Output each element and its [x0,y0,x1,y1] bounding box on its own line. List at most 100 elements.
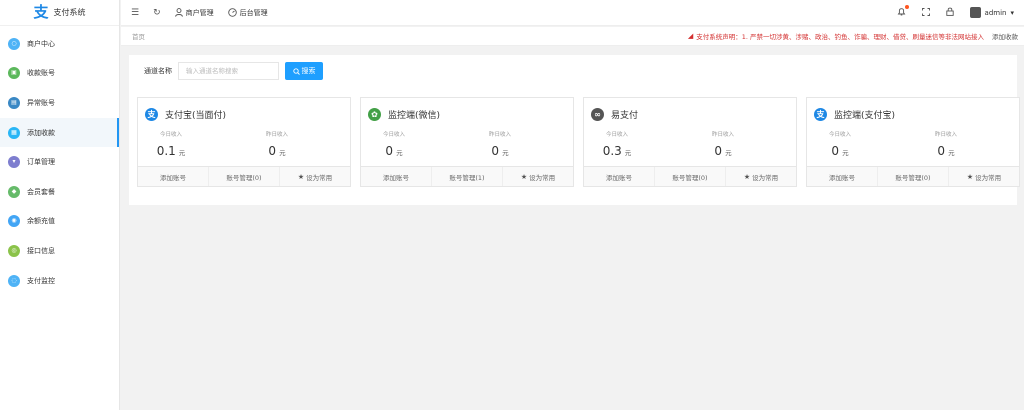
channel-card: 支 监控端(支付宝) 今日收入 0元 昨日收入 0元 添加账号 账号管理(0) … [806,97,1020,187]
sidebar-item-membership[interactable]: ◆ 会员套餐 [0,177,119,207]
logo[interactable]: 支 支付系统 [0,0,119,26]
merchant-management-link[interactable]: 商户管理 [174,8,214,18]
wallet-icon: ◉ [8,215,20,228]
backend-management-label: 后台管理 [239,8,268,17]
notification-dot [904,5,909,9]
breadcrumb-home[interactable]: 首页 [132,31,145,41]
sidebar-item-api-info[interactable]: ◎ 接口信息 [0,236,119,266]
card-header: ✿ 监控端(微信) [361,98,573,130]
today-income-value: 0.1 元 [157,144,186,158]
currency-unit: 元 [279,149,286,157]
card-header: 支 支付宝(当面付) [138,98,350,130]
currency-unit: 元 [948,149,955,157]
sidebar-item-label: 异常账号 [27,98,55,107]
announcement-icon: ◢ [687,32,694,40]
account-management-button[interactable]: 账号管理(0) [655,167,726,186]
currency-unit: 元 [842,149,849,157]
star-icon: ★ [743,172,751,181]
star-icon: ★ [520,172,528,181]
sidebar: 支 支付系统 ○ 商户中心 ▣ 收款账号 ▤ 异常账号 ▦ 添加收款 ▾ 订单管… [0,0,120,410]
menu-toggle-button[interactable]: ☰ [131,8,139,18]
dashboard-icon [227,8,237,17]
sidebar-item-payment-accounts[interactable]: ▣ 收款账号 [0,59,119,89]
yesterday-income-label: 昨日收入 [934,132,957,138]
today-income-label: 今日收入 [605,132,628,138]
sidebar-item-recharge[interactable]: ◉ 余额充值 [0,207,119,237]
today-income: 今日收入 0.1 元 [138,130,244,166]
add-account-button[interactable]: 添加账号 [584,167,655,186]
current-tab[interactable]: 添加收款 [992,31,1018,41]
currency-unit: 元 [396,149,403,157]
sidebar-item-label: 接口信息 [27,246,55,255]
card-title: 监控端(支付宝) [834,110,896,121]
notification-button[interactable] [897,5,909,18]
sidebar-item-merchant-center[interactable]: ○ 商户中心 [0,29,119,59]
set-favorite-label: 设为常用 [975,173,1002,182]
user-menu[interactable]: admin ▾ [969,7,1014,18]
yesterday-income-amount: 0 [268,144,277,158]
card-footer: 添加账号 账号管理(0) ★ 设为常用 [584,166,796,186]
user-name: admin [984,8,1007,17]
set-favorite-button[interactable]: ★ 设为常用 [726,167,796,186]
set-favorite-label: 设为常用 [306,173,333,182]
wechat-icon: ✿ [368,107,381,121]
channel-card: ✿ 监控端(微信) 今日收入 0元 昨日收入 0元 添加账号 账号管理(1) ★… [360,97,574,187]
card-header: ∞ 易支付 [584,98,796,130]
refresh-icon: ↻ [153,7,161,18]
search-label: 通道名称 [144,67,172,75]
card-stats: 今日收入 0.3 元 昨日收入 0元 [584,130,796,166]
yesterday-income-amount: 0 [714,144,723,158]
user-icon: ○ [8,37,20,50]
main-panel: 通道名称 搜索 支 支付宝(当面付) 今日收入 0.1元 昨日收入 0元 [129,55,1020,205]
today-income-label: 今日收入 [382,132,405,138]
search-button[interactable]: 搜索 [285,62,323,80]
backend-management-link[interactable]: 后台管理 [227,8,268,18]
chevron-down-icon: ▾ [1010,8,1014,17]
topbar-right: admin ▾ [897,5,1024,18]
set-favorite-button[interactable]: ★ 设为常用 [503,167,573,186]
card-footer: 添加账号 账号管理(0) ★ 设为常用 [138,166,350,186]
yesterday-income-value: 0元 [714,144,731,158]
alipay-icon: 支 [145,107,158,121]
yesterday-income-label: 昨日收入 [711,132,734,138]
fullscreen-button[interactable] [921,7,930,18]
yesterday-income-label: 昨日收入 [265,132,288,138]
channel-card: ∞ 易支付 今日收入 0.3 元 昨日收入 0元 添加账号 账号管理(0) ★ 设为… [583,97,797,187]
account-icon: ▣ [8,67,20,80]
card-stats: 今日收入 0.1 元 昨日收入 0元 [138,130,350,166]
account-management-button[interactable]: 账号管理(0) [878,167,949,186]
sidebar-menu: ○ 商户中心 ▣ 收款账号 ▤ 异常账号 ▦ 添加收款 ▾ 订单管理 ◆ 会员套… [0,29,119,295]
today-income-amount: 0 [385,144,394,158]
currency-unit: 元 [502,149,509,157]
today-income: 今日收入 0元 [807,130,913,166]
sidebar-item-add-payment[interactable]: ▦ 添加收款 [0,117,119,148]
sidebar-item-payment-monitor[interactable]: ◌ 支付监控 [0,266,119,296]
menu-icon: ☰ [131,7,140,18]
card-stats: 今日收入 0元 昨日收入 0元 [807,130,1019,166]
sidebar-item-orders[interactable]: ▾ 订单管理 [0,147,119,177]
set-favorite-label: 设为常用 [529,173,556,182]
card-header: 支 监控端(支付宝) [807,98,1019,130]
account-management-button[interactable]: 账号管理(1) [432,167,503,186]
channel-card: 支 支付宝(当面付) 今日收入 0.1 元 昨日收入 0元 添加账号 账号管理(0… [137,97,351,187]
yesterday-income: 昨日收入 0元 [244,130,350,166]
add-account-button[interactable]: 添加账号 [807,167,878,186]
set-favorite-button[interactable]: ★ 设为常用 [949,167,1019,186]
set-favorite-button[interactable]: ★ 设为常用 [280,167,350,186]
add-account-button[interactable]: 添加账号 [138,167,209,186]
search-input[interactable] [178,62,279,80]
system-notice-text: 支付系统声明：1. 严禁一切涉黄、涉赌、政治、钓鱼、诈骗、理财、借贷、刷量迷信等… [696,33,984,41]
today-income-value: 0.3 元 [603,144,632,158]
add-account-button[interactable]: 添加账号 [361,167,432,186]
api-icon: ◎ [8,244,20,257]
sidebar-item-abnormal-accounts[interactable]: ▤ 异常账号 [0,88,119,118]
lock-screen-button[interactable] [945,7,954,18]
yesterday-income-label: 昨日收入 [488,132,511,138]
sidebar-item-label: 订单管理 [27,158,55,167]
today-income-label: 今日收入 [828,132,851,138]
account-management-button[interactable]: 账号管理(0) [209,167,280,186]
refresh-button[interactable]: ↻ [153,8,161,18]
yesterday-income-value: 0元 [491,144,508,158]
sidebar-item-label: 商户中心 [27,39,55,48]
today-income-value: 0元 [831,144,848,158]
